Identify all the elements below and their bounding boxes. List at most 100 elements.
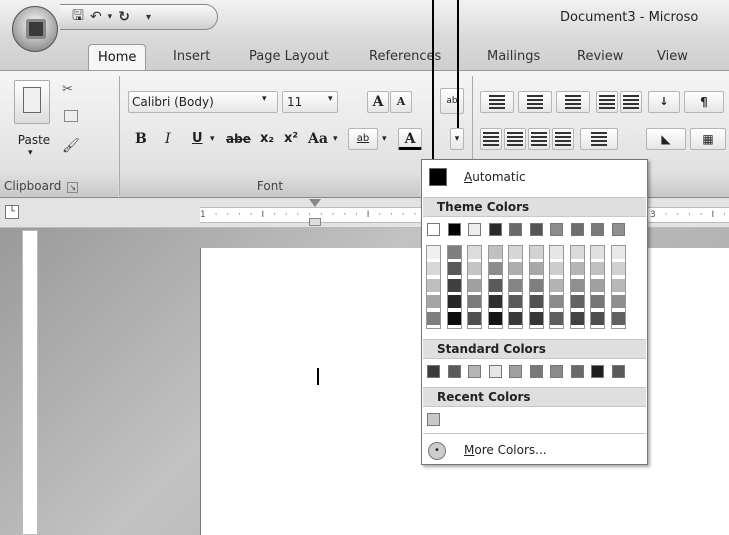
font-name-box[interactable]: Calibri (Body) [128, 91, 278, 113]
theme-shade-swatch[interactable] [591, 262, 604, 276]
theme-shade-swatch[interactable] [509, 311, 522, 325]
theme-shade-swatch[interactable] [611, 262, 625, 276]
theme-shade-swatch[interactable] [509, 278, 522, 292]
theme-shade-swatch[interactable] [550, 278, 563, 292]
theme-shade-swatch[interactable] [468, 278, 481, 292]
theme-shade-swatch[interactable] [468, 262, 481, 276]
theme-color-swatch[interactable] [611, 223, 625, 236]
standard-color-swatch[interactable] [611, 365, 625, 378]
theme-shade-swatch[interactable] [427, 246, 440, 259]
bullets-button[interactable] [480, 91, 514, 113]
font-size-dropdown-icon[interactable]: ▾ [328, 94, 333, 104]
tab-page-layout[interactable]: Page Layout [240, 44, 338, 70]
subscript-button[interactable]: x₂ [260, 131, 274, 146]
theme-shade-swatch[interactable] [447, 262, 461, 276]
theme-shade-swatch[interactable] [529, 246, 543, 259]
theme-color-swatch[interactable] [427, 223, 440, 236]
vertical-ruler[interactable] [22, 230, 38, 535]
recent-color-swatch[interactable] [427, 413, 440, 426]
theme-shade-swatch[interactable] [591, 278, 604, 292]
decrease-indent-button[interactable] [596, 91, 618, 113]
theme-shade-swatch[interactable] [488, 262, 502, 276]
theme-shade-swatch[interactable] [447, 278, 461, 292]
theme-shade-swatch[interactable] [570, 262, 584, 276]
standard-color-swatch[interactable] [427, 365, 440, 378]
strikethrough-button[interactable]: abe [226, 132, 251, 146]
clipboard-launcher-icon[interactable]: ↘ [67, 182, 79, 193]
tab-mailings[interactable]: Mailings [478, 44, 549, 70]
theme-shade-swatch[interactable] [550, 246, 563, 259]
theme-shade-swatch[interactable] [509, 262, 522, 276]
theme-color-swatch[interactable] [529, 223, 543, 236]
bold-button[interactable]: B [135, 131, 147, 147]
theme-shade-swatch[interactable] [570, 246, 584, 259]
shrink-font-button[interactable]: A [390, 91, 412, 113]
theme-shade-swatch[interactable] [488, 295, 502, 309]
align-left-button[interactable] [480, 128, 502, 150]
theme-shade-swatch[interactable] [427, 295, 440, 309]
standard-color-swatch[interactable] [529, 365, 543, 378]
clear-formatting-icon[interactable]: ab [440, 88, 464, 114]
multilevel-list-button[interactable] [556, 91, 590, 113]
theme-shade-swatch[interactable] [447, 246, 461, 259]
shading-button[interactable]: ◣ [646, 128, 686, 150]
highlight-button[interactable]: ab [348, 128, 378, 150]
justify-button[interactable] [552, 128, 574, 150]
theme-shade-swatch[interactable] [550, 262, 563, 276]
theme-shade-swatch[interactable] [488, 311, 502, 325]
show-marks-button[interactable]: ¶ [684, 91, 724, 113]
more-colors-option[interactable]: More Colors... [464, 443, 547, 457]
theme-color-swatch[interactable] [509, 223, 522, 236]
paste-dropdown-icon[interactable]: ▾ [28, 148, 33, 158]
underline-button[interactable]: U [192, 131, 203, 146]
theme-color-swatch[interactable] [488, 223, 502, 236]
first-line-indent-marker[interactable] [309, 199, 321, 207]
underline-dropdown-icon[interactable]: ▾ [210, 134, 215, 144]
theme-color-swatch[interactable] [591, 223, 604, 236]
theme-shade-swatch[interactable] [611, 295, 625, 309]
grow-font-button[interactable]: A [367, 91, 389, 113]
save-icon[interactable]: 🖫 [72, 5, 84, 29]
theme-shade-swatch[interactable] [447, 311, 461, 325]
theme-shade-swatch[interactable] [611, 246, 625, 259]
theme-shade-swatch[interactable] [468, 311, 481, 325]
theme-shade-swatch[interactable] [529, 262, 543, 276]
font-color-dropdown-icon[interactable]: ▾ [450, 128, 464, 150]
highlight-dropdown-icon[interactable]: ▾ [382, 134, 387, 144]
standard-color-swatch[interactable] [550, 365, 563, 378]
tab-references[interactable]: References [360, 44, 450, 70]
italic-button[interactable]: I [165, 131, 171, 147]
theme-shade-swatch[interactable] [427, 278, 440, 292]
theme-shade-swatch[interactable] [591, 246, 604, 259]
customize-qat-icon[interactable]: ▾ [146, 12, 151, 23]
standard-color-swatch[interactable] [570, 365, 584, 378]
standard-color-swatch[interactable] [468, 365, 481, 378]
standard-color-swatch[interactable] [488, 365, 502, 378]
theme-shade-swatch[interactable] [591, 311, 604, 325]
redo-icon[interactable]: ↻ [118, 9, 130, 25]
line-spacing-button[interactable] [580, 128, 618, 150]
theme-shade-swatch[interactable] [447, 295, 461, 309]
tab-home[interactable]: Home [88, 44, 147, 70]
font-name-dropdown-icon[interactable]: ▾ [262, 94, 267, 104]
paste-icon[interactable] [14, 80, 50, 124]
theme-shade-swatch[interactable] [550, 295, 563, 309]
standard-color-swatch[interactable] [447, 365, 461, 378]
theme-shade-swatch[interactable] [591, 295, 604, 309]
theme-color-swatch[interactable] [550, 223, 563, 236]
change-case-dropdown-icon[interactable]: ▾ [333, 134, 338, 144]
sort-button[interactable]: ↓ [648, 91, 680, 113]
tab-view[interactable]: View [648, 44, 697, 70]
theme-shade-swatch[interactable] [509, 295, 522, 309]
theme-shade-swatch[interactable] [529, 311, 543, 325]
standard-color-swatch[interactable] [591, 365, 604, 378]
theme-color-swatch[interactable] [570, 223, 584, 236]
theme-color-swatch[interactable] [447, 223, 461, 236]
copy-icon[interactable] [64, 110, 78, 122]
borders-button[interactable]: ▦ [690, 128, 726, 150]
theme-shade-swatch[interactable] [488, 246, 502, 259]
format-painter-icon[interactable]: 🖌 [62, 138, 80, 154]
theme-shade-swatch[interactable] [509, 246, 522, 259]
left-indent-marker[interactable] [309, 218, 321, 226]
theme-shade-swatch[interactable] [468, 246, 481, 259]
